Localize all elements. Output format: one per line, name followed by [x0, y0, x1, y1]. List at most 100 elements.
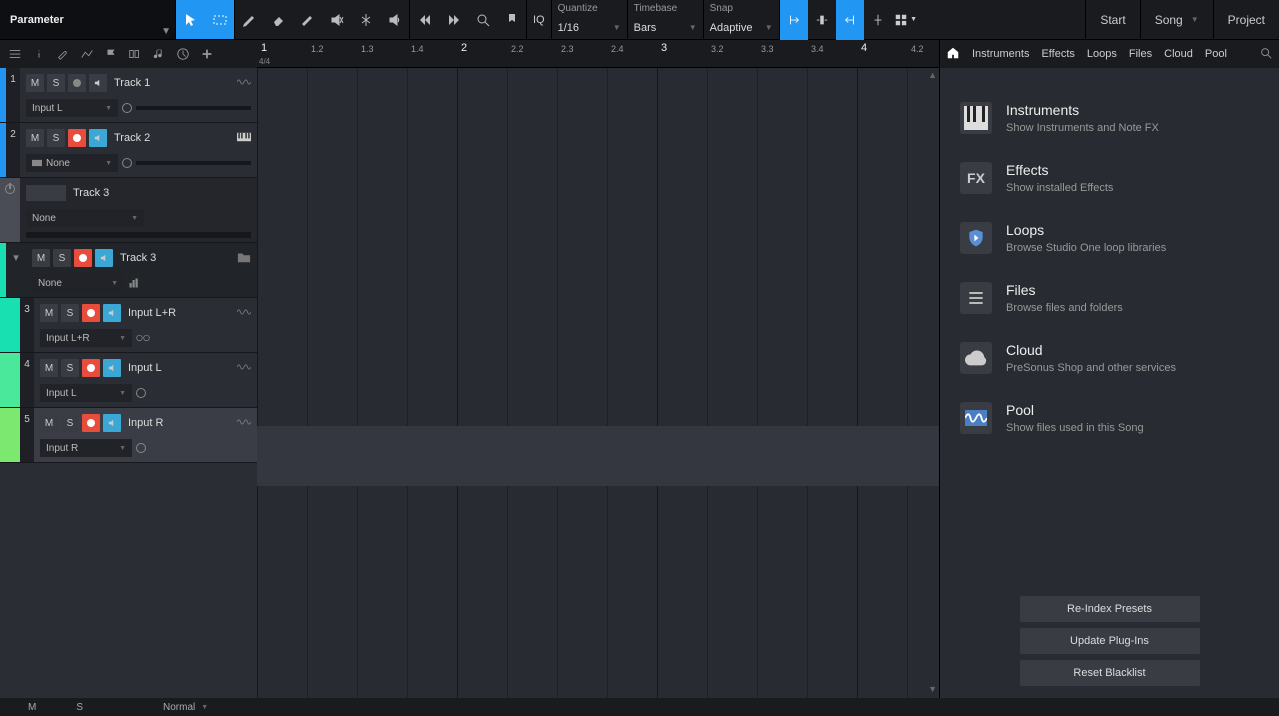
automation-param[interactable]	[26, 185, 66, 201]
info-icon[interactable]	[28, 43, 50, 65]
zoom-tool[interactable]	[468, 0, 497, 39]
solo-button[interactable]: S	[53, 249, 71, 267]
mute-tool[interactable]	[322, 0, 351, 39]
wrench-icon[interactable]	[52, 43, 74, 65]
volume-slider[interactable]	[26, 232, 251, 238]
browser-tab-files[interactable]: Files	[1129, 48, 1152, 60]
track-name[interactable]: Track 2	[114, 132, 150, 144]
notes-icon[interactable]	[148, 43, 170, 65]
paint-tool[interactable]	[293, 0, 322, 39]
monitor-button[interactable]	[89, 129, 107, 147]
input-select[interactable]: None▼	[26, 154, 118, 172]
solo-button[interactable]: S	[61, 304, 79, 322]
browser-tab-effects[interactable]: Effects	[1041, 48, 1074, 60]
skip-fwd-icon[interactable]	[439, 0, 468, 39]
browser-tab-instruments[interactable]: Instruments	[972, 48, 1029, 60]
automation-icon[interactable]	[76, 43, 98, 65]
track-automation-row[interactable]: Track 3 None▼	[0, 178, 257, 243]
solo-button[interactable]: S	[47, 129, 65, 147]
browser-tab-pool[interactable]: Pool	[1205, 48, 1227, 60]
input-select[interactable]: Input R▼	[40, 439, 132, 457]
input-select[interactable]: None▼	[26, 209, 144, 227]
record-arm-button[interactable]	[68, 129, 86, 147]
volume-slider[interactable]	[136, 161, 251, 165]
skip-back-icon[interactable]	[410, 0, 439, 39]
snap-start-icon[interactable]	[780, 0, 808, 40]
project-button[interactable]: Project	[1213, 0, 1279, 40]
snap-cursor-icon[interactable]	[864, 0, 892, 40]
track-name[interactable]: Track 1	[114, 77, 150, 89]
record-arm-button[interactable]	[74, 249, 92, 267]
status-mode-select[interactable]: Normal▼	[163, 702, 208, 713]
search-icon[interactable]	[1259, 46, 1273, 63]
track-name[interactable]: Input R	[128, 417, 163, 429]
snap-end-icon[interactable]	[836, 0, 864, 40]
browser-tab-loops[interactable]: Loops	[1087, 48, 1117, 60]
track-name[interactable]: Input L+R	[128, 307, 176, 319]
status-solo[interactable]: S	[56, 702, 103, 713]
browser-item-pool[interactable]: Pool Show files used in this Song	[952, 388, 1267, 448]
browser-item-files[interactable]: Files Browse files and folders	[952, 268, 1267, 328]
quantize-select[interactable]: 1/16▼	[558, 19, 621, 37]
solo-button[interactable]: S	[61, 414, 79, 432]
mute-button[interactable]: M	[32, 249, 50, 267]
mute-button[interactable]: M	[26, 129, 44, 147]
sub-track-row[interactable]: 4 M S Input L Input L▼	[0, 353, 257, 408]
track-color[interactable]	[0, 298, 14, 352]
sub-track-row[interactable]: 3 M S Input L+R Input L+R▼	[0, 298, 257, 353]
stereo-link-icon[interactable]	[136, 333, 150, 343]
track-name[interactable]: Input L	[128, 362, 162, 374]
scroll-down-icon[interactable]: ▼	[928, 684, 937, 694]
monitor-button[interactable]	[103, 414, 121, 432]
solo-button[interactable]: S	[47, 74, 65, 92]
scroll-up-icon[interactable]: ▲	[928, 70, 937, 80]
input-select[interactable]: Input L+R▼	[40, 329, 132, 347]
timebase-select[interactable]: Bars▼	[634, 19, 697, 37]
track-row[interactable]: 1 M S Track 1 Input L▼	[0, 68, 257, 123]
mute-button[interactable]: M	[26, 74, 44, 92]
meter-icon[interactable]	[128, 277, 140, 289]
browser-item-instruments[interactable]: Instruments Show Instruments and Note FX	[952, 88, 1267, 148]
draw-tool[interactable]	[235, 0, 264, 39]
folder-track[interactable]: ▾ M S Track 3 None▼	[0, 243, 257, 298]
monitor-button[interactable]	[103, 304, 121, 322]
browser-item-cloud[interactable]: Cloud PreSonus Shop and other services	[952, 328, 1267, 388]
parameter-tab[interactable]: Parameter ▼	[0, 0, 175, 39]
browser-tab-cloud[interactable]: Cloud	[1164, 48, 1193, 60]
add-track-icon[interactable]	[196, 43, 218, 65]
arrange-grid[interactable]	[257, 68, 939, 698]
arrow-tool[interactable]	[176, 0, 205, 39]
grid-menu-icon[interactable]: ▼	[892, 0, 920, 40]
home-icon[interactable]	[946, 46, 960, 63]
snap-select[interactable]: Adaptive▼	[710, 19, 773, 37]
mute-button[interactable]: M	[40, 304, 58, 322]
monitor-button[interactable]	[103, 359, 121, 377]
range-tool[interactable]	[205, 0, 234, 39]
browser-item-effects[interactable]: FX Effects Show installed Effects	[952, 148, 1267, 208]
automation-toggle[interactable]	[0, 178, 20, 242]
record-arm-button[interactable]	[68, 74, 86, 92]
status-mute[interactable]: M	[8, 702, 56, 713]
track-name[interactable]: Track 3	[120, 252, 156, 264]
folder-expand-icon[interactable]: ▾	[6, 243, 26, 297]
record-arm-button[interactable]	[82, 414, 100, 432]
track-color[interactable]	[0, 353, 14, 407]
update-plug-ins-button[interactable]: Update Plug-Ins	[1020, 628, 1200, 654]
track-color[interactable]	[0, 408, 14, 462]
solo-button[interactable]: S	[61, 359, 79, 377]
tempo-icon[interactable]	[172, 43, 194, 65]
monitor-button[interactable]	[89, 74, 107, 92]
erase-tool[interactable]	[264, 0, 293, 39]
browser-item-loops[interactable]: Loops Browse Studio One loop libraries	[952, 208, 1267, 268]
sub-track-row[interactable]: 5 M S Input R Input R▼	[0, 408, 257, 463]
iq-button[interactable]: IQ	[533, 14, 545, 26]
list-icon[interactable]	[4, 43, 26, 65]
mute-button[interactable]: M	[40, 414, 58, 432]
start-button[interactable]: Start	[1085, 0, 1139, 40]
snap-grid-icon[interactable]	[808, 0, 836, 40]
marker-tool[interactable]	[497, 0, 526, 39]
record-arm-button[interactable]	[82, 359, 100, 377]
reset-blacklist-button[interactable]: Reset Blacklist	[1020, 660, 1200, 686]
mute-button[interactable]: M	[40, 359, 58, 377]
collapse-icon[interactable]: ▼	[161, 26, 171, 37]
